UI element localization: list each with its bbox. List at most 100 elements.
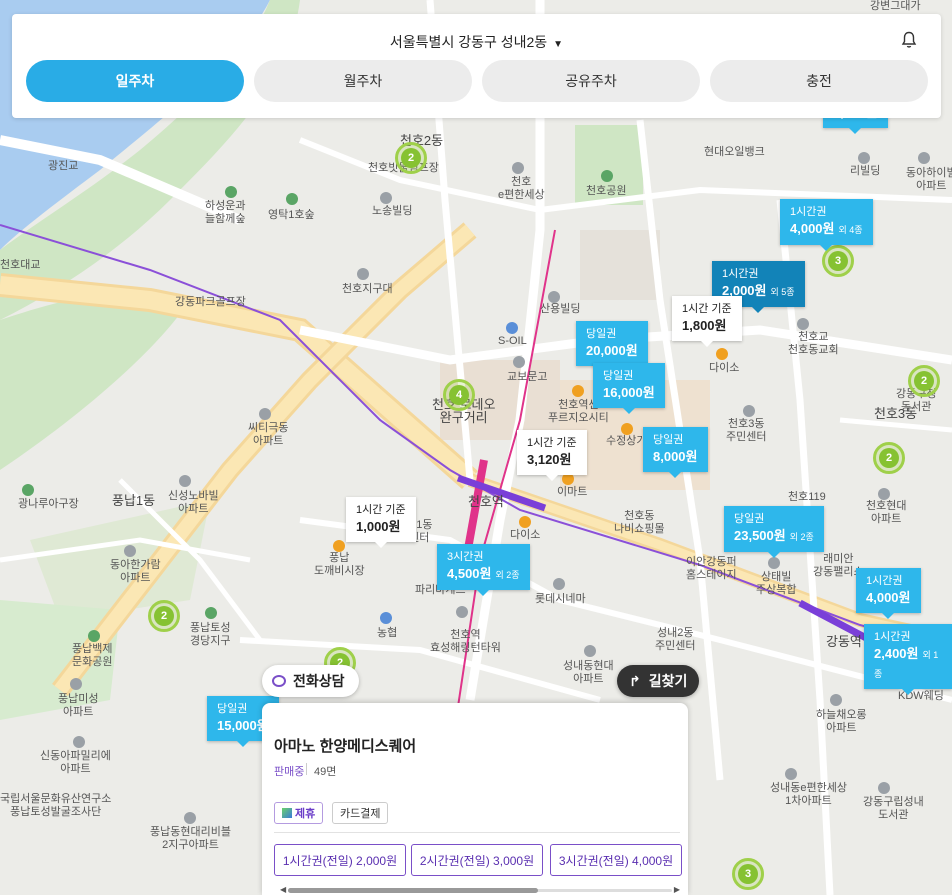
phone-consult-button[interactable]: 전화상담: [262, 665, 359, 697]
price-tag[interactable]: 1시간권 2,400원 외 1종: [864, 624, 952, 695]
map-label: 천호119: [788, 491, 826, 503]
map-label: 성내2동 주민센터: [655, 627, 696, 652]
map-label: 노송빌딩: [372, 205, 413, 217]
space-count: 49면: [314, 766, 337, 778]
map-label: 풍납백제 문화공원: [72, 643, 113, 668]
partner-logo-icon: [282, 808, 292, 818]
library-icon: [878, 782, 890, 794]
price-tag[interactable]: 1시간 기준 3,120원: [517, 430, 587, 481]
map-label: 성내동현대 아파트: [563, 660, 614, 685]
parking-cluster[interactable]: 2: [395, 142, 427, 174]
map-label: 상태빌 주상복합: [756, 571, 797, 596]
building-icon: [830, 694, 842, 706]
payment-badge: 카드결제: [332, 802, 389, 824]
building-icon: [584, 645, 596, 657]
map-label: 천호공원: [586, 185, 627, 197]
ticket-option[interactable]: 3시간권(전일) 4,000원: [550, 844, 682, 876]
divider: [274, 832, 680, 833]
parking-cluster[interactable]: 2: [148, 600, 180, 632]
parking-cluster[interactable]: 3: [732, 858, 764, 890]
tab-monthly[interactable]: 월주차: [254, 60, 472, 102]
map-label: 풍납미성 아파트: [58, 693, 99, 718]
map-label: 풍납1동: [112, 493, 156, 508]
parking-name: 아마노 한양메디스퀘어: [274, 738, 417, 755]
map-label: 풍납 도깨비시장: [314, 552, 365, 577]
park-icon: [286, 193, 298, 205]
price-tag[interactable]: 1시간 기준 1,000원: [346, 497, 416, 548]
parking-cluster[interactable]: 2: [908, 365, 940, 397]
map-label: 광진교: [48, 160, 79, 172]
ticket-option[interactable]: 1시간권(전일) 2,000원: [274, 844, 406, 876]
parking-cluster[interactable]: 2: [873, 442, 905, 474]
price-tag[interactable]: 1시간 기준 1,800원: [672, 296, 742, 347]
parking-detail-card[interactable]: 아마노 한양메디스퀘어 판매중 49면 제휴 카드결제 1시간권(전일) 2,0…: [262, 703, 688, 895]
caret-down-icon: ▼: [553, 39, 564, 50]
map-label: 동아한가람 아파트: [110, 559, 161, 584]
map-label: 천호역 효성해링턴타워: [430, 629, 501, 654]
map-label: 강동파크골프장: [175, 296, 246, 308]
map-label: 씨티극동 아파트: [248, 422, 289, 447]
map-label: 산용빌딩: [540, 303, 581, 315]
headset-icon: [272, 675, 286, 687]
map-label: 현대오일뱅크: [704, 146, 765, 158]
tab-charging[interactable]: 충전: [710, 60, 928, 102]
map-label: 이마트: [557, 486, 588, 498]
map-label: 천호동 나비쇼핑몰: [614, 510, 665, 535]
park-icon: [225, 186, 237, 198]
map-label: 천호역: [468, 494, 504, 509]
map-label: 광나루아구장: [18, 498, 79, 510]
price-tag[interactable]: 1시간권 4,000원 외 4종: [780, 199, 873, 251]
building-icon: [73, 736, 85, 748]
scroll-right-icon[interactable]: ▶: [674, 885, 680, 894]
directions-button[interactable]: ↱ 길찾기: [617, 665, 700, 697]
police-icon: [357, 268, 369, 280]
building-icon: [259, 408, 271, 420]
price-tag[interactable]: 당일권 20,000원: [576, 321, 648, 372]
map-label: 농협: [377, 627, 398, 639]
map-label: 천호3동 주민센터: [726, 418, 767, 443]
map-label: S-OIL: [498, 335, 527, 347]
ticket-option[interactable]: 2시간권(전일) 3,000원: [411, 844, 543, 876]
building-icon: [380, 192, 392, 204]
map-label: 천호대교: [0, 259, 41, 271]
church-icon: [797, 318, 809, 330]
turn-right-icon: ↱: [629, 672, 641, 689]
horizontal-scrollbar[interactable]: ◀ ▶: [280, 885, 680, 894]
map-label: 이안강동퍼 홈스테이지: [686, 556, 737, 581]
shop-icon: [572, 385, 584, 397]
price-tag[interactable]: 당일권 16,000원: [593, 363, 665, 414]
map-label: 국립서울문화유산연구소 풍납토성발굴조사단: [0, 793, 112, 818]
map-label: 수정상가: [606, 435, 647, 447]
building-icon: [456, 606, 468, 618]
price-tag[interactable]: 1시간권 4,000원: [856, 568, 921, 619]
map-label: 하성운과 늘함께숲: [205, 200, 246, 225]
building-icon: [878, 488, 890, 500]
price-tag[interactable]: 당일권 23,500원 외 2종: [724, 506, 824, 558]
tab-daily[interactable]: 일주차: [26, 60, 244, 102]
bell-icon[interactable]: [901, 31, 917, 49]
price-tag[interactable]: 당일권 8,000원: [643, 427, 708, 478]
park-icon: [601, 170, 613, 182]
location-selector[interactable]: 서울특별시 강동구 성내2동 ▼: [12, 32, 941, 52]
park-icon: [205, 607, 217, 619]
building-icon: [70, 678, 82, 690]
map-label: 천호지구대: [342, 283, 393, 295]
parking-cluster[interactable]: 4: [443, 379, 475, 411]
building-icon: [768, 557, 780, 569]
building-icon: [179, 475, 191, 487]
top-panel: 서울특별시 강동구 성내2동 ▼ 일주차 월주차 공유주차 충전: [12, 14, 941, 118]
map-label: 영탁1호숲: [268, 209, 315, 221]
park-icon: [22, 484, 34, 496]
map-label: 신동아파밀리에 아파트: [40, 750, 111, 775]
scroll-left-icon[interactable]: ◀: [280, 885, 286, 894]
map-label: 동아하이빌 아파트: [906, 167, 952, 192]
tab-shared[interactable]: 공유주차: [482, 60, 700, 102]
map-label: 천호현대 아파트: [866, 500, 907, 525]
price-tag[interactable]: 3시간권 4,500원 외 2종: [437, 544, 530, 596]
sale-status: 판매중: [274, 766, 305, 778]
scroll-thumb[interactable]: [288, 888, 538, 893]
map-label: 리빌딩: [850, 165, 881, 177]
building-icon: [548, 291, 560, 303]
building-icon: [124, 545, 136, 557]
building-icon: [512, 162, 524, 174]
